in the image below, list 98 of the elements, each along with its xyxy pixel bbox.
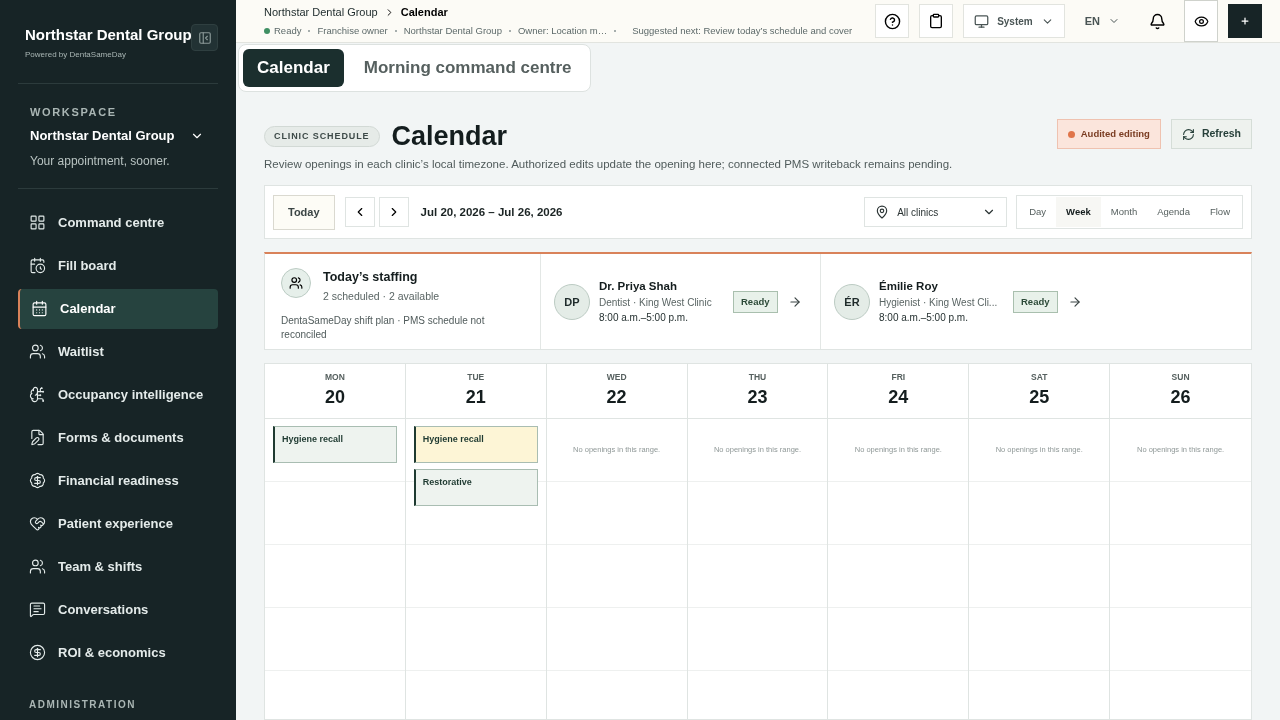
nav-item[interactable]: Fill board bbox=[18, 245, 218, 286]
staff-hours: 8:00 a.m.–5:00 p.m. bbox=[879, 311, 969, 326]
help-button[interactable] bbox=[875, 4, 910, 38]
people-icon bbox=[29, 343, 46, 360]
day-number: 24 bbox=[888, 386, 909, 410]
breadcrumb-current: Calendar bbox=[400, 5, 448, 21]
bell-icon bbox=[1148, 12, 1166, 30]
nav-item[interactable]: ROI & economics bbox=[18, 632, 218, 673]
heart-hand-icon bbox=[29, 515, 46, 532]
page-tab[interactable]: Morning command centre bbox=[349, 49, 586, 87]
staffing-note: DentaSameDay shift plan · PMS schedule not reconciled bbox=[281, 313, 486, 342]
day-number: 26 bbox=[1170, 386, 1191, 410]
nav-item[interactable]: Calendar bbox=[18, 288, 218, 329]
refresh-icon bbox=[1181, 127, 1195, 141]
help-icon bbox=[883, 12, 901, 30]
refresh-button[interactable]: Refresh bbox=[1170, 119, 1252, 149]
weekday-label: SUN bbox=[1171, 371, 1190, 385]
calendar-icon bbox=[31, 300, 48, 317]
status-badge: Ready bbox=[733, 290, 778, 313]
monitor-icon bbox=[974, 13, 990, 29]
day-number: 23 bbox=[747, 386, 768, 410]
nav-item[interactable]: Waitlist bbox=[18, 331, 218, 372]
panel-icon bbox=[197, 30, 212, 45]
dollar-badge-icon bbox=[29, 472, 46, 489]
weekday-label: FRI bbox=[891, 371, 906, 385]
view-tab[interactable]: Month bbox=[1100, 197, 1148, 228]
staff-name: Émilie Roy bbox=[879, 279, 939, 295]
nav-item[interactable]: Patient experience bbox=[18, 503, 218, 544]
nav-item[interactable]: Command centre bbox=[18, 202, 218, 243]
staff-name: Dr. Priya Shah bbox=[599, 279, 678, 295]
arrow-right-icon bbox=[1067, 294, 1082, 309]
weekday-label: MON bbox=[325, 371, 345, 385]
section-label: ADMINISTRATION bbox=[28, 697, 137, 712]
nav-item[interactable]: Forms & documents bbox=[18, 417, 218, 458]
view-tab[interactable]: Flow bbox=[1199, 197, 1240, 228]
workspace-tagline: Your appointment, sooner. bbox=[30, 152, 171, 170]
people-icon bbox=[29, 558, 46, 575]
avatar: ÉR bbox=[834, 283, 870, 320]
day-number: 20 bbox=[324, 386, 345, 410]
status-text: Owner: Location m… bbox=[517, 23, 608, 38]
breadcrumb-link[interactable]: Northstar Dental Group bbox=[264, 4, 378, 21]
day-number: 25 bbox=[1029, 386, 1050, 410]
day-number: 21 bbox=[465, 386, 486, 410]
language-selector[interactable]: EN bbox=[1074, 4, 1130, 38]
avatar: DP bbox=[554, 283, 590, 320]
status-text: Suggested next: Review today’s schedule and cover bbox=[632, 23, 853, 38]
view-tab[interactable]: Agenda bbox=[1147, 197, 1200, 228]
collapse-sidebar-button[interactable] bbox=[191, 24, 218, 51]
event-card[interactable]: Restorative bbox=[413, 469, 538, 507]
event-card[interactable]: Hygiene recall bbox=[273, 426, 397, 464]
audit-badge: Audited editing bbox=[1056, 119, 1161, 149]
staff-role: Hygienist · King West Cli... bbox=[879, 296, 999, 311]
date-range: Jul 20, 2026 – Jul 26, 2026 bbox=[420, 204, 563, 220]
message-icon bbox=[29, 601, 46, 618]
plus-icon bbox=[1240, 16, 1250, 26]
preview-button[interactable] bbox=[1184, 0, 1218, 42]
weekday-label: TUE bbox=[467, 371, 485, 385]
clinic-selector[interactable]: All clinics bbox=[864, 197, 1008, 228]
page-title: Calendar bbox=[391, 123, 508, 150]
nav-item[interactable]: Team & shifts bbox=[18, 546, 218, 587]
status-badge: Ready bbox=[1013, 290, 1058, 313]
grid-icon bbox=[29, 214, 46, 231]
staffing-summary: 2 scheduled · 2 available bbox=[323, 289, 440, 304]
section-badge: CLINIC SCHEDULE bbox=[264, 125, 380, 148]
location-pin-icon bbox=[875, 205, 890, 220]
event-card[interactable]: Hygiene recall bbox=[413, 426, 538, 464]
nav-item[interactable]: Occupancy intelligence bbox=[18, 374, 218, 415]
arrow-right-icon bbox=[787, 294, 802, 309]
view-tab[interactable]: Week bbox=[1056, 197, 1101, 228]
page-description: Review openings in each clinic’s local timezone. Authorized edits update the opening here; connected PMS writeback remains pending. bbox=[264, 157, 953, 172]
workspace-selector[interactable]: Northstar Dental Group bbox=[30, 126, 218, 146]
clipboard-button[interactable] bbox=[919, 4, 954, 38]
eye-icon bbox=[1193, 13, 1209, 29]
document-pen-icon bbox=[29, 429, 46, 446]
status-text: Northstar Dental Group bbox=[403, 23, 502, 38]
people-icon bbox=[289, 276, 303, 291]
page-tab[interactable]: Calendar bbox=[243, 49, 344, 87]
day-number: 22 bbox=[606, 386, 627, 410]
workspace-label: WORKSPACE bbox=[30, 104, 118, 120]
view-tab[interactable]: Day bbox=[1019, 197, 1057, 228]
weekday-label: WED bbox=[606, 371, 627, 385]
staff-role: Dentist · King West Clinic bbox=[599, 296, 713, 311]
staff-hours: 8:00 a.m.–5:00 p.m. bbox=[599, 311, 689, 326]
dollar-icon bbox=[29, 644, 46, 661]
calendar-clock-icon bbox=[29, 257, 46, 274]
status-text: Franchise owner bbox=[317, 23, 388, 38]
nav-item[interactable]: Financial readiness bbox=[18, 460, 218, 501]
clipboard-icon bbox=[928, 13, 945, 29]
brain-icon bbox=[29, 386, 46, 403]
weekday-label: SAT bbox=[1031, 371, 1048, 385]
today-button[interactable]: Today bbox=[273, 194, 335, 230]
brand-subtitle: Powered by DentaSameDay bbox=[25, 48, 127, 61]
weekday-label: THU bbox=[748, 371, 767, 385]
theme-selector[interactable]: System bbox=[963, 4, 1065, 38]
brand-title: Northstar Dental Group bbox=[25, 25, 192, 45]
nav-item[interactable]: Conversations bbox=[18, 589, 218, 630]
staffing-title: Today’s staffing bbox=[323, 269, 419, 287]
status-text: Ready bbox=[274, 23, 302, 38]
